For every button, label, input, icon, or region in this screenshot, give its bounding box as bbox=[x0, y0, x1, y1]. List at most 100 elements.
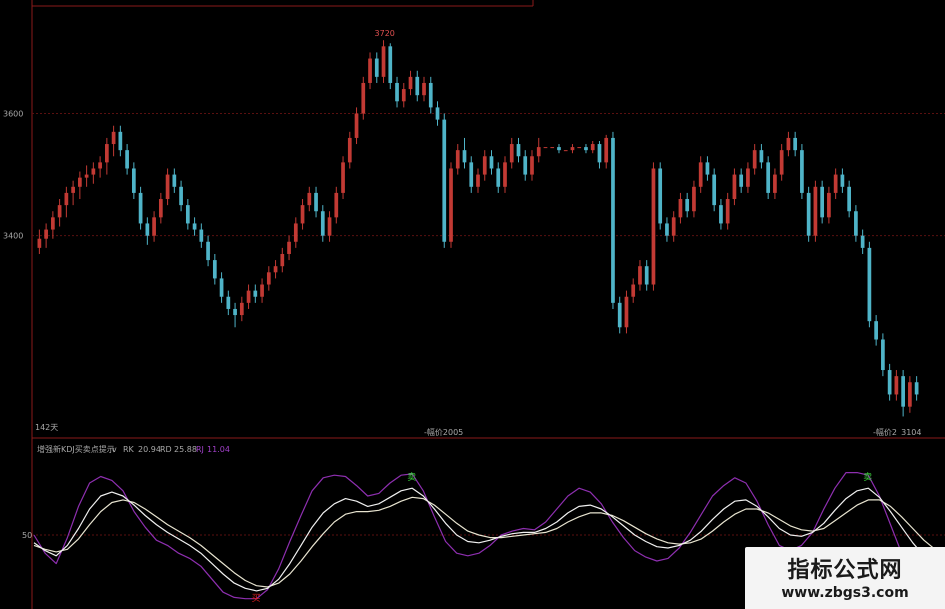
candle-body bbox=[820, 186, 825, 218]
candle-body bbox=[725, 199, 730, 224]
candle-body bbox=[908, 382, 912, 407]
candle-body bbox=[179, 186, 183, 206]
candle-body bbox=[91, 168, 96, 175]
candle-body bbox=[685, 199, 690, 212]
candle-body bbox=[766, 162, 771, 193]
candle-body bbox=[401, 89, 406, 102]
candle-body bbox=[759, 150, 764, 163]
candle-body bbox=[509, 144, 514, 163]
candle-body bbox=[334, 192, 339, 218]
candle-body bbox=[536, 147, 541, 157]
candle-body bbox=[118, 131, 123, 151]
candle-body bbox=[678, 199, 683, 218]
candle-body bbox=[563, 150, 568, 152]
chevron-down-icon[interactable]: v bbox=[112, 445, 117, 454]
rk-value: 20.94 bbox=[138, 445, 161, 454]
candle-body bbox=[172, 174, 177, 187]
candle-body bbox=[131, 168, 136, 193]
candle-body bbox=[800, 150, 804, 193]
candle-body bbox=[37, 238, 42, 248]
candle-body bbox=[840, 174, 845, 187]
indicator-header: 增强新KDJ买卖点提示 v RK 20.94 RD 25.88 RJ 11.04 bbox=[37, 444, 230, 454]
candle-body bbox=[881, 339, 885, 371]
price-tick-label: 3400 bbox=[3, 232, 23, 241]
candle-body bbox=[368, 58, 372, 83]
candle-body bbox=[395, 82, 399, 102]
candle-body bbox=[597, 144, 602, 163]
candle-body bbox=[44, 229, 48, 239]
candle-body bbox=[206, 241, 210, 261]
candle-body bbox=[651, 168, 656, 285]
candle-body bbox=[138, 192, 143, 224]
candle-body bbox=[64, 192, 69, 206]
candle-body bbox=[806, 192, 811, 236]
candle-body bbox=[516, 144, 521, 157]
candle-body bbox=[314, 192, 318, 212]
candle-body bbox=[732, 174, 737, 200]
candle-body bbox=[550, 147, 555, 149]
candle-body bbox=[219, 278, 224, 297]
candle-body bbox=[408, 76, 413, 90]
candle-body bbox=[698, 162, 703, 187]
candle-body bbox=[658, 168, 663, 224]
price-range-label: -幅价2005 bbox=[424, 427, 463, 437]
candle-body bbox=[152, 217, 156, 236]
candle-body bbox=[158, 199, 163, 218]
candle-body bbox=[347, 137, 352, 163]
candle-body bbox=[530, 156, 534, 175]
candle-body bbox=[523, 156, 528, 175]
candle-body bbox=[860, 235, 865, 248]
watermark-title: 指标公式网 bbox=[787, 558, 903, 583]
candle-body bbox=[590, 144, 595, 151]
low-price-label: 3104 bbox=[901, 428, 921, 437]
chart-background bbox=[0, 0, 945, 609]
candle-body bbox=[239, 302, 244, 316]
rd-label: RD bbox=[160, 445, 172, 454]
candle-body bbox=[165, 174, 170, 200]
candle-body bbox=[624, 296, 629, 328]
candle-body bbox=[442, 119, 447, 242]
candle-body bbox=[503, 162, 507, 187]
candle-body bbox=[293, 223, 298, 242]
candle-body bbox=[543, 147, 548, 149]
candle-body bbox=[341, 162, 345, 193]
candle-body bbox=[813, 186, 818, 236]
candle-body bbox=[577, 147, 582, 149]
candle-body bbox=[557, 147, 561, 151]
candle-body bbox=[712, 174, 717, 206]
candle-body bbox=[867, 247, 872, 322]
candle-body bbox=[307, 192, 312, 206]
candle-body bbox=[449, 168, 453, 242]
candle-body bbox=[273, 266, 278, 273]
candle-body bbox=[266, 272, 271, 285]
candle-body bbox=[320, 211, 325, 236]
candle-body bbox=[455, 150, 460, 169]
candle-body bbox=[611, 137, 615, 303]
candle-body bbox=[98, 162, 102, 169]
candle-body bbox=[854, 211, 858, 236]
candle-body bbox=[462, 150, 467, 163]
candle-body bbox=[827, 192, 831, 218]
candle-body bbox=[327, 217, 332, 236]
candle-body bbox=[476, 174, 480, 187]
candle-body bbox=[287, 241, 291, 254]
candle-body bbox=[253, 290, 258, 297]
rj-value: 11.04 bbox=[207, 445, 230, 454]
candle-body bbox=[111, 131, 116, 145]
candle-body bbox=[435, 107, 440, 120]
candle-body bbox=[584, 147, 588, 151]
candle-body bbox=[192, 223, 197, 230]
candle-body bbox=[604, 137, 609, 163]
candle-body bbox=[300, 205, 305, 224]
candle-body bbox=[692, 186, 696, 212]
candle-body bbox=[833, 174, 838, 193]
candle-body bbox=[665, 223, 669, 236]
candle-body bbox=[847, 186, 852, 212]
indicator-title[interactable]: 增强新KDJ买卖点提示 bbox=[37, 444, 115, 454]
candle-body bbox=[51, 217, 55, 230]
buy-signal-marker: 买 bbox=[251, 593, 260, 604]
candle-body bbox=[145, 223, 150, 236]
candle-body bbox=[422, 82, 426, 96]
rk-label: RK bbox=[123, 445, 135, 454]
candle-body bbox=[671, 217, 676, 236]
